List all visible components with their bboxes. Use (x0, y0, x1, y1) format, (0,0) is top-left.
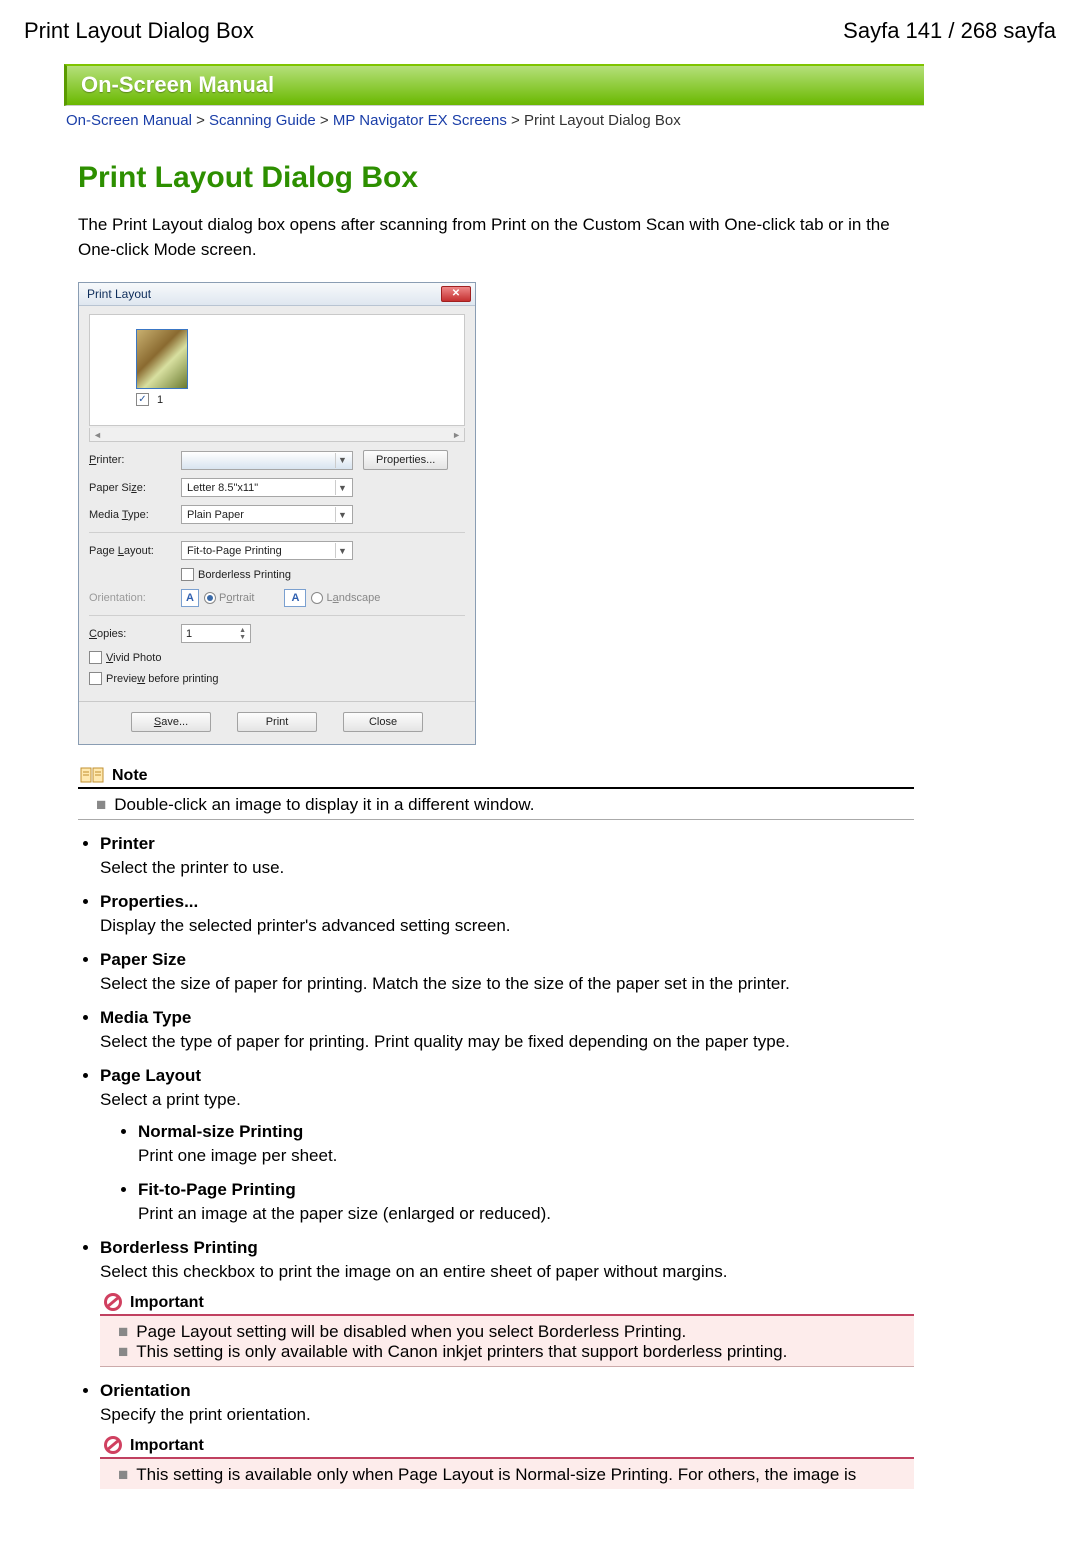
media-type-label: Media Type: (89, 509, 181, 521)
header-page-counter: Sayfa 141 / 268 sayfa (843, 18, 1056, 44)
chevron-down-icon: ▼ (335, 453, 349, 468)
page-title: Print Layout Dialog Box (78, 161, 914, 195)
bullet-icon: ■ (118, 1342, 128, 1361)
important-item: This setting is available only when Page… (136, 1465, 856, 1484)
important-body: ■ This setting is available only when Pag… (100, 1459, 914, 1489)
breadcrumb-sep: > (507, 112, 524, 129)
help-item-borderless: Borderless Printing Select this checkbox… (100, 1238, 914, 1367)
page-layout-label: Page Layout: (89, 545, 181, 557)
borderless-label: Borderless Printing (198, 569, 291, 581)
borderless-checkbox[interactable] (181, 568, 194, 581)
print-layout-dialog: Print Layout ✕ 1 ◄► Printer: (78, 282, 476, 745)
copies-label: Copies: (89, 628, 181, 640)
note-label: Note (112, 767, 148, 785)
bullet-icon: ■ (96, 795, 106, 814)
chevron-down-icon: ▼ (335, 480, 349, 495)
help-item-orientation: Orientation Specify the print orientatio… (100, 1381, 914, 1489)
important-label: Important (130, 1294, 204, 1312)
help-list: Printer Select the printer to use. Prope… (78, 834, 914, 1489)
important-item: Page Layout setting will be disabled whe… (136, 1322, 686, 1341)
close-icon[interactable]: ✕ (441, 286, 471, 302)
close-button[interactable]: Close (343, 712, 423, 732)
help-item-printer: Printer Select the printer to use. (100, 834, 914, 878)
important-item: This setting is only available with Cano… (136, 1342, 787, 1361)
breadcrumb-link-0[interactable]: On-Screen Manual (66, 112, 192, 129)
help-item-media-type: Media Type Select the type of paper for … (100, 1008, 914, 1052)
note-item-0: Double-click an image to display it in a… (114, 795, 534, 814)
important-label: Important (130, 1437, 204, 1455)
note-body: ■ Double-click an image to display it in … (78, 789, 914, 820)
important-header: Important (100, 1292, 914, 1316)
page-layout-select[interactable]: Fit-to-Page Printing▼ (181, 541, 353, 560)
important-icon (102, 1435, 124, 1455)
vivid-photo-checkbox[interactable] (89, 651, 102, 664)
scanned-image-thumbnail[interactable] (136, 329, 188, 389)
paper-size-label: Paper Size: (89, 482, 181, 494)
printer-select[interactable]: ▼ (181, 451, 353, 470)
breadcrumb-link-2[interactable]: MP Navigator EX Screens (333, 112, 507, 129)
bullet-icon: ■ (118, 1465, 128, 1484)
portrait-icon: A (181, 589, 199, 607)
landscape-radio-label: Landscape (326, 592, 380, 604)
portrait-radio[interactable] (204, 592, 216, 604)
manual-banner: On-Screen Manual (64, 64, 924, 106)
header-title: Print Layout Dialog Box (24, 18, 254, 44)
note-header: Note (78, 765, 914, 789)
breadcrumb-sep: > (192, 112, 209, 129)
chevron-down-icon: ▼ (335, 507, 349, 522)
note-icon (80, 765, 106, 785)
help-item-paper-size: Paper Size Select the size of paper for … (100, 950, 914, 994)
properties-button[interactable]: Properties... (363, 450, 448, 470)
save-button[interactable]: Save... (131, 712, 211, 732)
help-item-properties: Properties... Display the selected print… (100, 892, 914, 936)
page-header: Print Layout Dialog Box Sayfa 141 / 268 … (24, 18, 1056, 44)
paper-size-select[interactable]: Letter 8.5"x11"▼ (181, 478, 353, 497)
intro-text: The Print Layout dialog box opens after … (78, 213, 914, 262)
thumbnail-label: 1 (136, 393, 454, 406)
landscape-icon: A (284, 589, 306, 607)
preview-label: Preview before printing (106, 673, 219, 685)
thumbnail-area: 1 (89, 314, 465, 426)
thumbnail-checkbox[interactable] (136, 393, 149, 406)
portrait-radio-label: Portrait (219, 592, 254, 604)
chevron-down-icon: ▼ (335, 543, 349, 558)
vivid-photo-label: Vivid Photo (106, 652, 161, 664)
print-button[interactable]: Print (237, 712, 317, 732)
orientation-label: Orientation: (89, 592, 181, 604)
breadcrumb: On-Screen Manual > Scanning Guide > MP N… (64, 106, 924, 137)
help-item-page-layout: Page Layout Select a print type. Normal-… (100, 1066, 914, 1224)
thumbnail-scrollbar[interactable]: ◄► (89, 428, 465, 442)
dialog-title-text: Print Layout (87, 287, 151, 301)
dialog-titlebar: Print Layout ✕ (79, 283, 475, 306)
important-header: Important (100, 1435, 914, 1459)
media-type-select[interactable]: Plain Paper▼ (181, 505, 353, 524)
help-subitem-fit-to-page: Fit-to-Page Printing Print an image at t… (138, 1180, 914, 1224)
breadcrumb-link-1[interactable]: Scanning Guide (209, 112, 316, 129)
landscape-radio[interactable] (311, 592, 323, 604)
help-subitem-normal-size: Normal-size Printing Print one image per… (138, 1122, 914, 1166)
breadcrumb-current: Print Layout Dialog Box (524, 112, 681, 129)
important-body: ■ Page Layout setting will be disabled wh… (100, 1316, 914, 1367)
bullet-icon: ■ (118, 1322, 128, 1341)
important-icon (102, 1292, 124, 1312)
copies-spinner[interactable]: 1 ▲▼ (181, 624, 251, 643)
breadcrumb-sep: > (316, 112, 333, 129)
preview-checkbox[interactable] (89, 672, 102, 685)
printer-label: Printer: (89, 454, 181, 466)
thumbnail-index: 1 (157, 394, 163, 406)
